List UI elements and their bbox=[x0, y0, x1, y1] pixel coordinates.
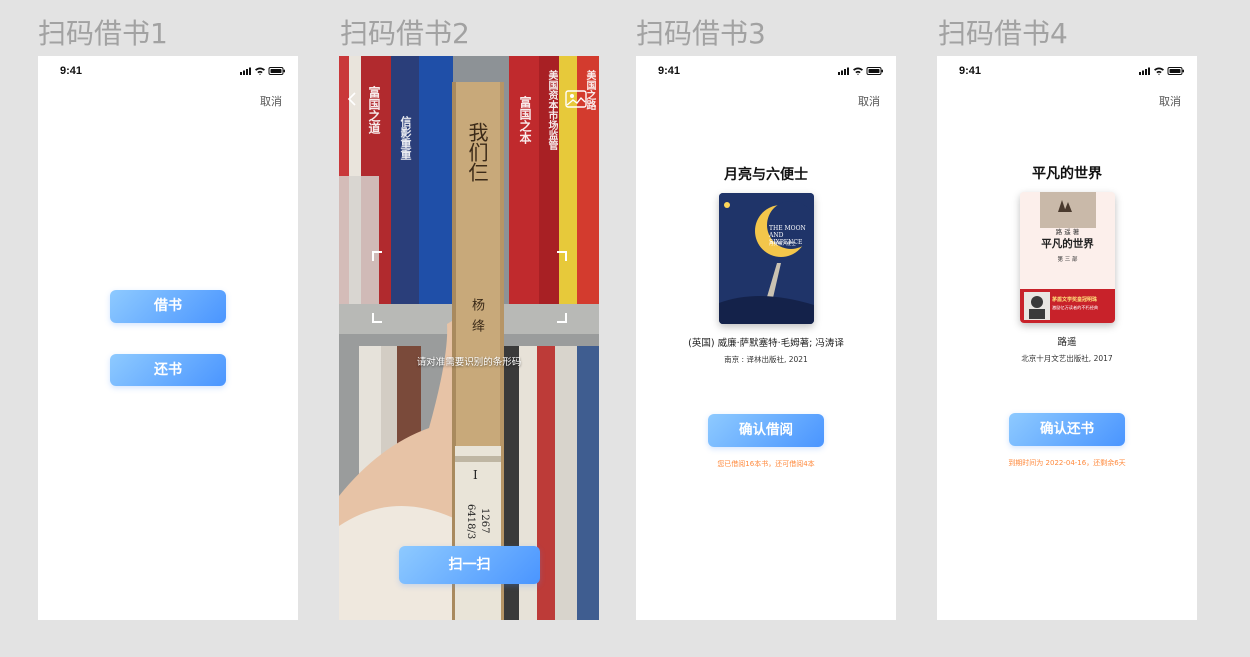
book-publisher: 南京 : 译林出版社, 2021 bbox=[724, 355, 808, 364]
book-author: (英国) 威廉·萨默塞特·毛姆著; 冯涛译 bbox=[688, 338, 844, 349]
borrow-quota-note: 您已借阅16本书，还可借阅4本 bbox=[717, 460, 815, 468]
frame-title-4: 扫码借书4 bbox=[938, 17, 1068, 50]
cover-banner-2: 激励亿万读者的不朽经典 bbox=[1052, 305, 1099, 310]
book-cover: 路 遥 著 平凡的世界 第 三 部 茅盾文学奖皇冠明珠 激励亿万读者的不朽经典 bbox=[1020, 192, 1115, 323]
bg-book-title: 富国之道 bbox=[367, 86, 381, 134]
book-title: 月亮与六便士 bbox=[724, 167, 808, 183]
status-bar: 9:41 bbox=[937, 56, 1197, 88]
return-button[interactable]: 还书 bbox=[110, 354, 226, 386]
bg-book-title: 信影重重 bbox=[399, 116, 412, 160]
cover-art bbox=[719, 193, 814, 324]
book-author: 路遥 bbox=[1057, 337, 1077, 348]
cover-author: 路 遥 著 bbox=[1055, 228, 1080, 236]
signal-icon bbox=[1139, 67, 1150, 75]
scan-hint: 请对准需要识别的条形码 bbox=[416, 357, 522, 368]
cancel-link[interactable]: 取消 bbox=[858, 93, 880, 109]
screen-borrow-confirm: 9:41 取消 月亮与六便士 THE MOON AND SIXPENCE 月亮和… bbox=[636, 56, 896, 620]
cancel-link[interactable]: 取消 bbox=[1159, 93, 1181, 109]
spine-title: 我们仨 bbox=[465, 122, 489, 182]
status-icons bbox=[838, 67, 883, 76]
book-cover: THE MOON AND SIXPENCE 月亮和六便士 bbox=[719, 193, 814, 324]
status-bar: 9:41 bbox=[38, 56, 298, 88]
cover-part: 第 三 部 bbox=[1057, 257, 1078, 263]
borrow-button[interactable]: 借书 bbox=[110, 290, 226, 323]
bg-book-title: 富国之本 bbox=[518, 96, 532, 144]
status-icons bbox=[240, 67, 285, 76]
confirm-borrow-button[interactable]: 确认借阅 bbox=[708, 414, 824, 447]
screen-return-confirm: 9:41 取消 平凡的世界 路 遥 著 平凡的世界 第 三 部 茅盾文学奖皇冠明… bbox=[937, 56, 1197, 620]
confirm-return-button[interactable]: 确认还书 bbox=[1009, 413, 1125, 446]
cover-banner-1: 茅盾文学奖皇冠明珠 bbox=[1052, 297, 1098, 303]
signal-icon bbox=[838, 67, 849, 75]
status-icons bbox=[1139, 67, 1184, 76]
spine-callno-b: 6418/3 bbox=[465, 504, 476, 540]
battery-icon bbox=[1167, 67, 1184, 75]
book-publisher: 北京十月文艺出版社, 2017 bbox=[1021, 354, 1113, 363]
wifi-icon bbox=[255, 67, 265, 76]
status-bar: 9:41 bbox=[636, 56, 896, 88]
cover-title: 平凡的世界 bbox=[1041, 238, 1094, 250]
due-date-note: 到期时间为 2022-04-16，还剩余6天 bbox=[1008, 459, 1126, 467]
cancel-link[interactable]: 取消 bbox=[260, 93, 282, 109]
frame-title-3: 扫码借书3 bbox=[636, 17, 766, 50]
status-time: 9:41 bbox=[60, 65, 83, 77]
battery-icon bbox=[866, 67, 883, 75]
scan-button[interactable]: 扫一扫 bbox=[399, 546, 540, 584]
book-title: 平凡的世界 bbox=[1032, 166, 1102, 182]
wifi-icon bbox=[1154, 67, 1164, 76]
status-time: 9:41 bbox=[959, 65, 982, 77]
spine-number: I bbox=[473, 468, 478, 482]
scan-frame bbox=[372, 251, 567, 323]
spine-callno-a: 1267 bbox=[479, 508, 490, 534]
cover-title-cn: 月亮和六便士 bbox=[769, 242, 796, 247]
wifi-icon bbox=[853, 67, 863, 76]
bg-book-title: 美国资本市场监管 bbox=[546, 70, 557, 150]
screen-borrow-home: 9:41 取消 借书 还书 bbox=[38, 56, 298, 620]
screen-scanner: 我们仨 杨绛 I 1267 6418/3 富国之道 信影重重 富国之本 美国资本… bbox=[339, 56, 599, 620]
signal-icon bbox=[240, 67, 251, 75]
battery-icon bbox=[268, 67, 285, 75]
frame-title-1: 扫码借书1 bbox=[38, 17, 168, 50]
back-chevron-icon[interactable] bbox=[347, 92, 359, 106]
frame-title-2: 扫码借书2 bbox=[340, 17, 470, 50]
status-time: 9:41 bbox=[658, 65, 681, 77]
gallery-icon[interactable] bbox=[565, 90, 587, 108]
